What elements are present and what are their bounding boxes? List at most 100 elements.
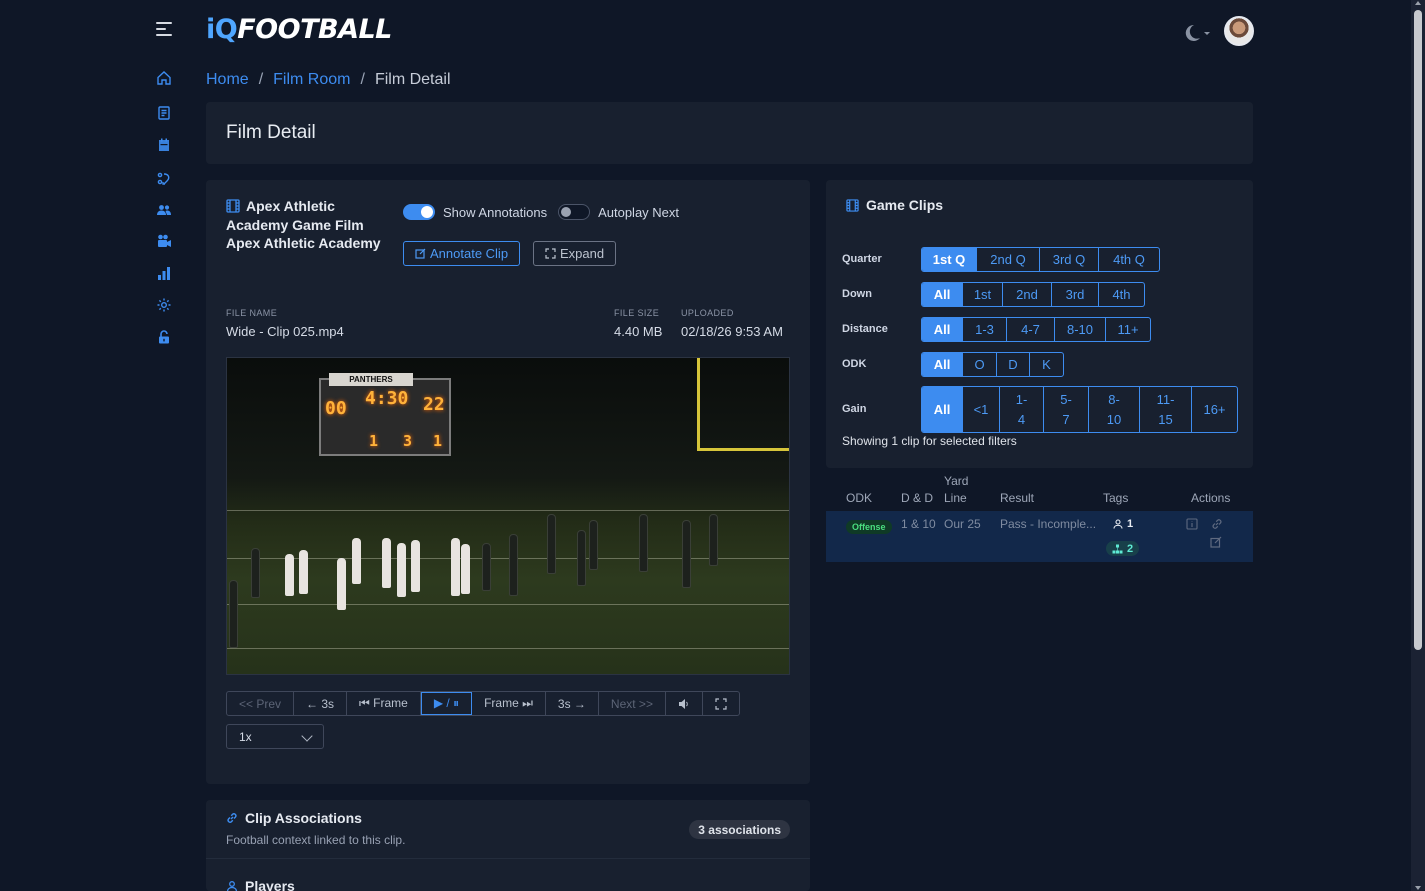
quarter-option[interactable]: 1st Q xyxy=(922,248,977,271)
menu-toggle-icon[interactable] xyxy=(156,22,172,40)
distance-option[interactable]: 1-3 xyxy=(963,318,1007,341)
frame-forward-button[interactable]: Frame ⏭ xyxy=(472,692,546,715)
annotate-clip-button[interactable]: Annotate Clip xyxy=(403,241,521,266)
down-option[interactable]: All xyxy=(922,283,963,306)
film-title: Apex Athletic Academy Game Film Apex Ath… xyxy=(226,198,381,251)
quarter-option[interactable]: 2nd Q xyxy=(977,248,1040,271)
gain-option[interactable]: 8- 10 xyxy=(1089,387,1140,432)
next-clip-button[interactable]: Next >> xyxy=(599,692,666,715)
filter-result-summary: Showing 1 clip for selected filters xyxy=(842,434,1017,448)
result: Pass - Incomple... xyxy=(1000,517,1097,531)
playbook-icon[interactable] xyxy=(156,105,172,121)
distance-option[interactable]: 8-10 xyxy=(1055,318,1106,341)
video-player[interactable]: PANTHERS 00 4:30 22 1 3 1 xyxy=(226,357,790,675)
gain-option[interactable]: 5- 7 xyxy=(1044,387,1089,432)
gain-option[interactable]: 16+ xyxy=(1192,387,1237,432)
down-option[interactable]: 3rd xyxy=(1052,283,1099,306)
volume-button[interactable] xyxy=(666,692,703,715)
scroll-thumb[interactable] xyxy=(1414,10,1422,650)
forward-3s-button[interactable]: 3s → xyxy=(546,692,599,715)
formation-tag[interactable]: 2 xyxy=(1106,541,1140,556)
theme-toggle[interactable] xyxy=(1180,23,1214,43)
quarter-option[interactable]: 3rd Q xyxy=(1040,248,1099,271)
gain-option[interactable]: <1 xyxy=(963,387,1000,432)
frame-back-button[interactable]: ⏮ Frame xyxy=(347,692,421,715)
file-size-label: FILE SIZE xyxy=(614,308,660,318)
breadcrumb-current: Film Detail xyxy=(374,71,451,88)
table-row[interactable]: Offense 1 & 10 Our 25 Pass - Incomple...… xyxy=(826,511,1253,562)
settings-gear-icon[interactable] xyxy=(156,297,172,313)
down-filter: All 1st 2nd 3rd 4th xyxy=(921,282,1145,307)
column-header-actions: Actions xyxy=(1191,491,1231,505)
uploaded-value: 02/18/26 9:53 AM xyxy=(681,324,783,339)
odk-filter: All O D K xyxy=(921,352,1064,377)
scroll-down-arrow[interactable] xyxy=(1415,886,1421,890)
playback-speed-select[interactable]: 1x xyxy=(226,724,324,749)
autoplay-next-switch[interactable] xyxy=(558,204,591,220)
down-option[interactable]: 4th xyxy=(1099,283,1144,306)
column-header-yard-line[interactable]: Yard Line xyxy=(944,473,980,507)
edit-icon[interactable] xyxy=(1210,535,1222,548)
quarter-option[interactable]: 4th Q xyxy=(1099,248,1159,271)
odk-option[interactable]: D xyxy=(997,353,1030,376)
game-clips-title: Game Clips xyxy=(846,197,943,213)
chevron-down-icon xyxy=(301,730,313,742)
annotation-toggles: Show Annotations Autoplay Next xyxy=(403,204,679,220)
gain-filter-label: Gain xyxy=(842,403,867,415)
column-header-tags[interactable]: Tags xyxy=(1103,491,1128,505)
down-option[interactable]: 1st xyxy=(963,283,1003,306)
clip-associations-subtitle: Football context linked to this clip. xyxy=(226,833,406,847)
expand-button[interactable]: Expand xyxy=(533,241,617,266)
column-header-dd[interactable]: D & D xyxy=(901,491,933,505)
distance-option[interactable]: 11+ xyxy=(1106,318,1150,341)
odk-badge: Offense xyxy=(846,520,892,534)
player-tag[interactable]: 1 xyxy=(1113,518,1133,530)
distance-option[interactable]: All xyxy=(922,318,963,341)
edit-icon xyxy=(415,248,426,259)
film-player-card: Apex Athletic Academy Game Film Apex Ath… xyxy=(206,180,810,784)
show-annotations-label: Show Annotations xyxy=(443,204,548,220)
film-strip-icon xyxy=(846,198,859,212)
distance-option[interactable]: 4-7 xyxy=(1007,318,1055,341)
gain-option[interactable]: 11- 15 xyxy=(1140,387,1192,432)
team-icon[interactable] xyxy=(156,202,172,218)
page-title-card: Film Detail xyxy=(206,102,1253,164)
rewind-3s-button[interactable]: ← 3s xyxy=(294,692,348,715)
calendar-icon[interactable] xyxy=(156,137,172,153)
players-section-title: Players xyxy=(226,878,295,891)
play-pause-button[interactable]: ▶ / ⏸ xyxy=(420,692,473,715)
film-strip-icon xyxy=(226,199,240,213)
gain-option[interactable]: All xyxy=(922,387,963,432)
gain-option[interactable]: 1- 4 xyxy=(1000,387,1044,432)
user-icon xyxy=(226,881,238,891)
link-icon[interactable] xyxy=(1211,517,1223,529)
odk-option[interactable]: All xyxy=(922,353,963,376)
odk-option[interactable]: K xyxy=(1030,353,1063,376)
breadcrumb-film-room[interactable]: Film Room xyxy=(273,71,350,89)
playback-controls: << Prev ← 3s ⏮ Frame ▶ / ⏸ Frame ⏭ 3s → … xyxy=(226,691,740,716)
column-header-odk[interactable]: ODK xyxy=(846,491,872,505)
prev-clip-button[interactable]: << Prev xyxy=(227,692,295,715)
fullscreen-button[interactable] xyxy=(703,692,739,715)
stats-icon[interactable] xyxy=(156,265,172,281)
odk-option[interactable]: O xyxy=(963,353,997,376)
page-scrollbar[interactable] xyxy=(1411,0,1425,891)
down-option[interactable]: 2nd xyxy=(1003,283,1052,306)
plays-diagram-icon[interactable] xyxy=(156,171,172,187)
gain-filter: All <1 1- 4 5- 7 8- 10 11- 15 16+ xyxy=(921,386,1238,433)
user-avatar[interactable] xyxy=(1224,16,1254,46)
film-camera-icon[interactable] xyxy=(156,233,172,249)
file-name-value: Wide - Clip 025.mp4 xyxy=(226,324,344,339)
down-filter-label: Down xyxy=(842,288,872,300)
unlock-icon[interactable] xyxy=(156,329,172,345)
info-icon[interactable] xyxy=(1186,517,1198,530)
link-icon xyxy=(227,813,237,823)
scroll-up-arrow[interactable] xyxy=(1415,1,1421,5)
show-annotations-switch[interactable] xyxy=(403,204,435,220)
column-header-result[interactable]: Result xyxy=(1000,491,1034,505)
breadcrumb-home[interactable]: Home xyxy=(206,71,249,89)
app-logo[interactable]: iQ FOOTBALL xyxy=(206,14,392,45)
home-icon[interactable] xyxy=(156,70,172,86)
distance-filter-label: Distance xyxy=(842,323,888,335)
breadcrumb: Home / Film Room / Film Detail xyxy=(206,71,451,89)
